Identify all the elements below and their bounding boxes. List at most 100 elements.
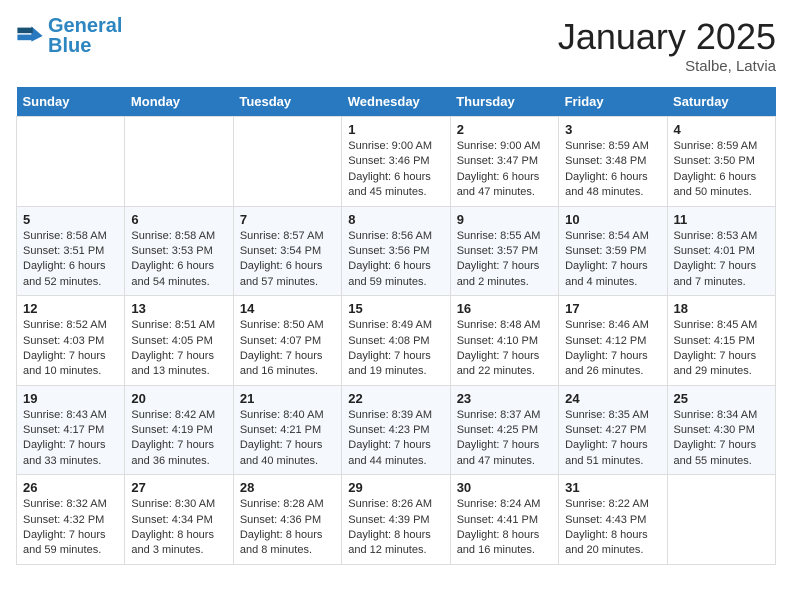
day-number: 30	[457, 480, 552, 495]
calendar-cell: 5 Sunrise: 8:58 AMSunset: 3:51 PMDaylight…	[17, 206, 125, 296]
calendar-cell: 15Sunrise: 8:49 AMSunset: 4:08 PMDayligh…	[342, 296, 450, 386]
calendar-cell: 17Sunrise: 8:46 AMSunset: 4:12 PMDayligh…	[559, 296, 667, 386]
day-info: Sunrise: 8:50 AMSunset: 4:07 PMDaylight:…	[240, 318, 335, 380]
day-info: Sunrise: 8:40 AMSunset: 4:21 PMDaylight:…	[240, 408, 335, 470]
day-number: 19	[23, 391, 118, 406]
calendar-week-row: 1 Sunrise: 9:00 AMSunset: 3:46 PMDaylight…	[17, 117, 776, 207]
logo-text1: General	[48, 15, 122, 37]
day-info: Sunrise: 9:00 AMSunset: 3:46 PMDaylight:…	[348, 139, 443, 201]
calendar-week-row: 19 Sunrise: 8:43 AMSunset: 4:17 PMDayligh…	[17, 385, 776, 475]
day-info: Sunrise: 8:51 AMSunset: 4:05 PMDaylight:…	[131, 318, 226, 380]
calendar-cell: 7Sunrise: 8:57 AMSunset: 3:54 PMDaylight…	[233, 206, 341, 296]
day-info: Sunrise: 8:39 AMSunset: 4:23 PMDaylight:…	[348, 408, 443, 470]
day-info: Sunrise: 8:54 AMSunset: 3:59 PMDaylight:…	[565, 229, 660, 291]
logo-icon	[16, 22, 44, 50]
day-number: 26	[23, 480, 118, 495]
calendar-cell: 24Sunrise: 8:35 AMSunset: 4:27 PMDayligh…	[559, 385, 667, 475]
day-info: Sunrise: 8:24 AMSunset: 4:41 PMDaylight:…	[457, 497, 552, 559]
calendar-cell: 28 Sunrise: 8:28 AMSunset: 4:36 PMDayligh…	[233, 475, 341, 565]
calendar-cell: 21 Sunrise: 8:40 AMSunset: 4:21 PMDayligh…	[233, 385, 341, 475]
calendar-cell: 13 Sunrise: 8:51 AMSunset: 4:05 PMDayligh…	[125, 296, 233, 386]
day-info: Sunrise: 8:46 AMSunset: 4:12 PMDaylight:…	[565, 318, 660, 380]
calendar-table: SundayMondayTuesdayWednesdayThursdayFrid…	[16, 87, 776, 565]
day-info: Sunrise: 8:58 AMSunset: 3:51 PMDaylight:…	[23, 229, 118, 291]
calendar-cell	[17, 117, 125, 207]
day-number: 4	[674, 122, 769, 137]
day-number: 8	[348, 212, 443, 227]
day-info: Sunrise: 8:59 AMSunset: 3:50 PMDaylight:…	[674, 139, 769, 201]
calendar-cell	[233, 117, 341, 207]
logo: General Blue	[16, 16, 122, 56]
day-info: Sunrise: 8:37 AMSunset: 4:25 PMDaylight:…	[457, 408, 552, 470]
day-info: Sunrise: 8:57 AMSunset: 3:54 PMDaylight:…	[240, 229, 335, 291]
day-info: Sunrise: 8:58 AMSunset: 3:53 PMDaylight:…	[131, 229, 226, 291]
calendar-cell: 6 Sunrise: 8:58 AMSunset: 3:53 PMDaylight…	[125, 206, 233, 296]
calendar-cell: 12 Sunrise: 8:52 AMSunset: 4:03 PMDayligh…	[17, 296, 125, 386]
day-number: 1	[348, 122, 443, 137]
day-number: 9	[457, 212, 552, 227]
day-info: Sunrise: 8:49 AMSunset: 4:08 PMDaylight:…	[348, 318, 443, 380]
day-number: 16	[457, 301, 552, 316]
day-number: 13	[131, 301, 226, 316]
day-info: Sunrise: 8:52 AMSunset: 4:03 PMDaylight:…	[23, 318, 118, 380]
day-number: 12	[23, 301, 118, 316]
calendar-cell: 10 Sunrise: 8:54 AMSunset: 3:59 PMDayligh…	[559, 206, 667, 296]
location: Stalbe, Latvia	[558, 58, 776, 75]
calendar-cell: 4 Sunrise: 8:59 AMSunset: 3:50 PMDaylight…	[667, 117, 775, 207]
calendar-cell: 31 Sunrise: 8:22 AMSunset: 4:43 PMDayligh…	[559, 475, 667, 565]
day-number: 18	[674, 301, 769, 316]
day-info: Sunrise: 8:26 AMSunset: 4:39 PMDaylight:…	[348, 497, 443, 559]
day-number: 21	[240, 391, 335, 406]
page-header: General Blue January 2025 Stalbe, Latvia	[16, 16, 776, 75]
day-info: Sunrise: 8:43 AMSunset: 4:17 PMDaylight:…	[23, 408, 118, 470]
calendar-cell: 1 Sunrise: 9:00 AMSunset: 3:46 PMDaylight…	[342, 117, 450, 207]
calendar-cell: 20Sunrise: 8:42 AMSunset: 4:19 PMDayligh…	[125, 385, 233, 475]
day-number: 23	[457, 391, 552, 406]
calendar-cell: 11Sunrise: 8:53 AMSunset: 4:01 PMDayligh…	[667, 206, 775, 296]
day-number: 14	[240, 301, 335, 316]
day-number: 2	[457, 122, 552, 137]
day-number: 6	[131, 212, 226, 227]
day-info: Sunrise: 8:45 AMSunset: 4:15 PMDaylight:…	[674, 318, 769, 380]
day-number: 3	[565, 122, 660, 137]
calendar-week-row: 5 Sunrise: 8:58 AMSunset: 3:51 PMDaylight…	[17, 206, 776, 296]
calendar-cell: 25 Sunrise: 8:34 AMSunset: 4:30 PMDayligh…	[667, 385, 775, 475]
calendar-cell: 22 Sunrise: 8:39 AMSunset: 4:23 PMDayligh…	[342, 385, 450, 475]
calendar-cell: 19 Sunrise: 8:43 AMSunset: 4:17 PMDayligh…	[17, 385, 125, 475]
calendar-cell	[125, 117, 233, 207]
day-info: Sunrise: 8:35 AMSunset: 4:27 PMDaylight:…	[565, 408, 660, 470]
day-number: 25	[674, 391, 769, 406]
day-info: Sunrise: 8:28 AMSunset: 4:36 PMDaylight:…	[240, 497, 335, 559]
day-number: 28	[240, 480, 335, 495]
day-number: 22	[348, 391, 443, 406]
day-number: 29	[348, 480, 443, 495]
calendar-cell: 30 Sunrise: 8:24 AMSunset: 4:41 PMDayligh…	[450, 475, 558, 565]
logo-text: General Blue	[48, 16, 122, 56]
calendar-cell: 9Sunrise: 8:55 AMSunset: 3:57 PMDaylight…	[450, 206, 558, 296]
calendar-cell	[667, 475, 775, 565]
calendar-cell: 3Sunrise: 8:59 AMSunset: 3:48 PMDaylight…	[559, 117, 667, 207]
day-info: Sunrise: 8:56 AMSunset: 3:56 PMDaylight:…	[348, 229, 443, 291]
day-info: Sunrise: 8:32 AMSunset: 4:32 PMDaylight:…	[23, 497, 118, 559]
calendar-cell: 16 Sunrise: 8:48 AMSunset: 4:10 PMDayligh…	[450, 296, 558, 386]
calendar-cell: 29 Sunrise: 8:26 AMSunset: 4:39 PMDayligh…	[342, 475, 450, 565]
month-title: January 2025	[558, 16, 776, 58]
calendar-cell: 2 Sunrise: 9:00 AMSunset: 3:47 PMDaylight…	[450, 117, 558, 207]
day-info: Sunrise: 8:22 AMSunset: 4:43 PMDaylight:…	[565, 497, 660, 559]
day-number: 31	[565, 480, 660, 495]
calendar-cell: 8 Sunrise: 8:56 AMSunset: 3:56 PMDaylight…	[342, 206, 450, 296]
calendar-cell: 26 Sunrise: 8:32 AMSunset: 4:32 PMDayligh…	[17, 475, 125, 565]
calendar-cell: 27Sunrise: 8:30 AMSunset: 4:34 PMDayligh…	[125, 475, 233, 565]
day-number: 11	[674, 212, 769, 227]
calendar-header-row: SundayMondayTuesdayWednesdayThursdayFrid…	[17, 87, 776, 117]
calendar-header-saturday: Saturday	[667, 87, 775, 117]
calendar-week-row: 26 Sunrise: 8:32 AMSunset: 4:32 PMDayligh…	[17, 475, 776, 565]
calendar-header-monday: Monday	[125, 87, 233, 117]
day-info: Sunrise: 8:48 AMSunset: 4:10 PMDaylight:…	[457, 318, 552, 380]
day-info: Sunrise: 9:00 AMSunset: 3:47 PMDaylight:…	[457, 139, 552, 201]
day-number: 5	[23, 212, 118, 227]
day-number: 10	[565, 212, 660, 227]
calendar-header-friday: Friday	[559, 87, 667, 117]
day-info: Sunrise: 8:34 AMSunset: 4:30 PMDaylight:…	[674, 408, 769, 470]
calendar-header-wednesday: Wednesday	[342, 87, 450, 117]
